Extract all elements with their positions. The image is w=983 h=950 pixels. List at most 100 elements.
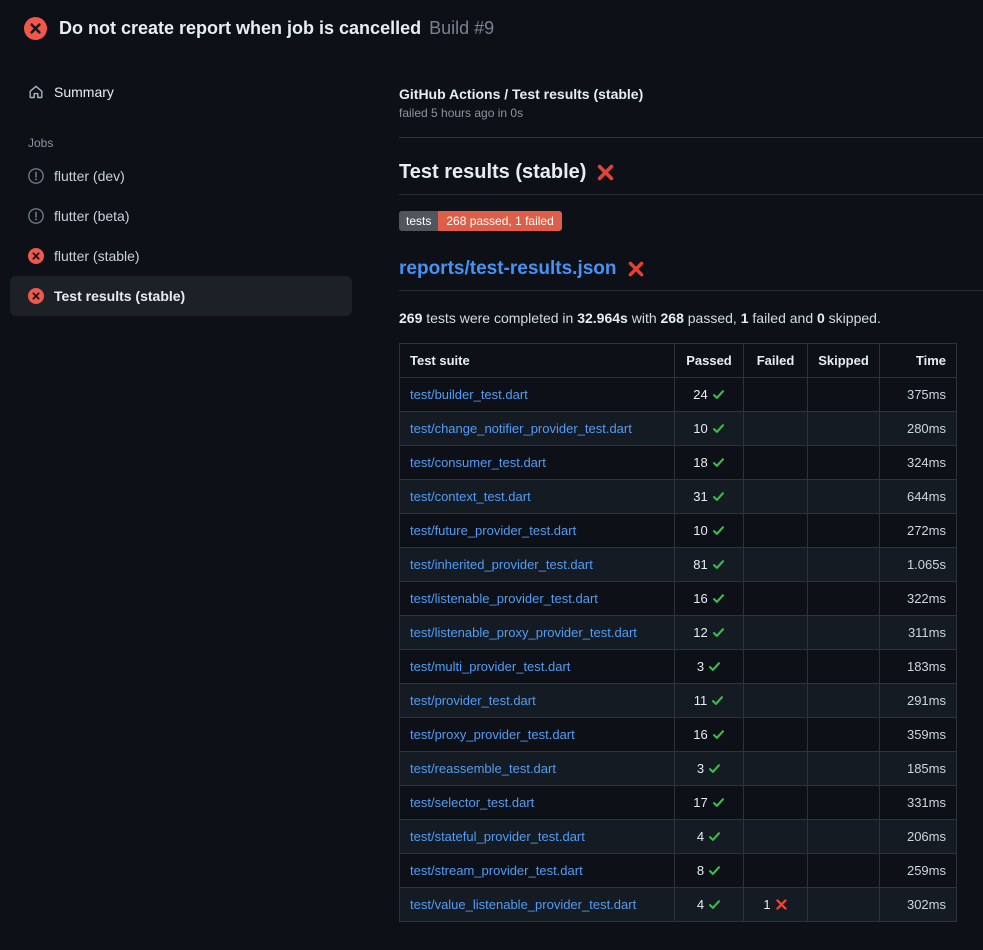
failed-count-cell: [744, 718, 808, 752]
sidebar-item-summary[interactable]: Summary: [10, 76, 352, 108]
column-header-skipped: Skipped: [808, 344, 880, 378]
skipped-count-cell: [808, 616, 880, 650]
passed-count-cell: 18: [675, 446, 744, 480]
test-suite-link[interactable]: test/provider_test.dart: [410, 693, 536, 708]
test-suite-link[interactable]: test/stream_provider_test.dart: [410, 863, 583, 878]
skipped-count-cell: [808, 752, 880, 786]
time-cell: 280ms: [880, 412, 957, 446]
test-suite-link[interactable]: test/context_test.dart: [410, 489, 531, 504]
test-suite-link[interactable]: test/listenable_proxy_provider_test.dart: [410, 625, 637, 640]
table-row: test/provider_test.dart 11 291ms: [400, 684, 957, 718]
passed-count: 10: [693, 523, 707, 538]
test-suite-link[interactable]: test/future_provider_test.dart: [410, 523, 576, 538]
check-icon: [704, 897, 721, 912]
test-suite-link[interactable]: test/consumer_test.dart: [410, 455, 546, 470]
passed-count-cell: 10: [675, 514, 744, 548]
home-icon: [28, 84, 44, 100]
test-suite-link[interactable]: test/value_listenable_provider_test.dart: [410, 897, 636, 912]
failed-count-cell: [744, 514, 808, 548]
time-cell: 206ms: [880, 820, 957, 854]
test-suite-link[interactable]: test/selector_test.dart: [410, 795, 534, 810]
skipped-count-cell: [808, 820, 880, 854]
neutral-status-icon: [28, 208, 44, 224]
table-row: test/reassemble_test.dart 3 185ms: [400, 752, 957, 786]
section-heading: Test results (stable): [399, 161, 983, 195]
passed-count-cell: 3: [675, 752, 744, 786]
passed-count-cell: 10: [675, 412, 744, 446]
summary-fragment: skipped.: [825, 310, 881, 326]
table-row: test/stream_provider_test.dart8 259ms: [400, 854, 957, 888]
time-cell: 324ms: [880, 446, 957, 480]
time-cell: 185ms: [880, 752, 957, 786]
column-header-test-suite: Test suite: [400, 344, 675, 378]
job-results-page: Do not create report when job is cancell…: [0, 0, 983, 950]
test-suite-cell: test/future_provider_test.dart: [400, 514, 675, 548]
time-cell: 322ms: [880, 582, 957, 616]
failed-count-cell: [744, 446, 808, 480]
test-suite-link[interactable]: test/listenable_provider_test.dart: [410, 591, 598, 606]
sidebar-item-test-results-stable[interactable]: Test results (stable): [10, 276, 352, 316]
test-suite-link[interactable]: test/change_notifier_provider_test.dart: [410, 421, 632, 436]
table-row: test/context_test.dart31 644ms: [400, 480, 957, 514]
test-suite-link[interactable]: test/stateful_provider_test.dart: [410, 829, 585, 844]
test-suite-cell: test/consumer_test.dart: [400, 446, 675, 480]
table-row: test/value_listenable_provider_test.dart…: [400, 888, 957, 922]
passed-count-cell: 3: [675, 650, 744, 684]
skipped-count-cell: [808, 854, 880, 888]
test-suite-link[interactable]: test/multi_provider_test.dart: [410, 659, 570, 674]
skipped-count-cell: [808, 684, 880, 718]
passed-count: 10: [693, 421, 707, 436]
test-suite-link[interactable]: test/proxy_provider_test.dart: [410, 727, 575, 742]
check-icon: [708, 591, 725, 606]
check-icon: [704, 761, 721, 776]
passed-count-cell: 17: [675, 786, 744, 820]
test-suite-link[interactable]: test/reassemble_test.dart: [410, 761, 556, 776]
sidebar-summary-label: Summary: [54, 84, 114, 100]
test-suite-cell: test/inherited_provider_test.dart: [400, 548, 675, 582]
failed-count: 1: [763, 897, 770, 912]
test-suite-cell: test/builder_test.dart: [400, 378, 675, 412]
column-header-failed: Failed: [744, 344, 808, 378]
test-suite-cell: test/stream_provider_test.dart: [400, 854, 675, 888]
sidebar-item-flutter-stable[interactable]: flutter (stable): [10, 236, 352, 276]
passed-count-cell: 12: [675, 616, 744, 650]
passed-count-cell: 81: [675, 548, 744, 582]
report-heading: reports/test-results.json: [399, 258, 983, 291]
failed-count-cell: [744, 752, 808, 786]
passed-count: 11: [694, 693, 708, 708]
sidebar-item-flutter-beta[interactable]: flutter (beta): [10, 196, 352, 236]
table-row: test/consumer_test.dart 18 324ms: [400, 446, 957, 480]
job-label: flutter (beta): [54, 208, 129, 224]
summary-fragment: 268: [661, 310, 684, 326]
sidebar: Summary Jobs flutter (dev) flutter (beta…: [0, 56, 380, 316]
table-row: test/future_provider_test.dart10 272ms: [400, 514, 957, 548]
check-icon: [708, 455, 725, 470]
table-header-row: Test suite Passed Failed Skipped Time: [400, 344, 957, 378]
passed-count-cell: 8: [675, 854, 744, 888]
test-suite-cell: test/selector_test.dart: [400, 786, 675, 820]
time-cell: 331ms: [880, 786, 957, 820]
test-suite-link[interactable]: test/inherited_provider_test.dart: [410, 557, 593, 572]
failed-x-icon: [596, 163, 615, 182]
failed-count-cell: [744, 854, 808, 888]
summary-fragment: failed and: [749, 310, 818, 326]
sidebar-item-flutter-dev[interactable]: flutter (dev): [10, 156, 352, 196]
report-file-link[interactable]: reports/test-results.json: [399, 258, 617, 280]
failed-count-cell: [744, 650, 808, 684]
column-header-time: Time: [880, 344, 957, 378]
failed-count-cell: 1: [744, 888, 808, 922]
table-row: test/selector_test.dart 17 331ms: [400, 786, 957, 820]
breadcrumb: GitHub Actions / Test results (stable): [399, 86, 983, 102]
table-row: test/multi_provider_test.dart3 183ms: [400, 650, 957, 684]
test-suite-link[interactable]: test/builder_test.dart: [410, 387, 528, 402]
test-suite-cell: test/provider_test.dart: [400, 684, 675, 718]
time-cell: 291ms: [880, 684, 957, 718]
passed-count: 17: [693, 795, 707, 810]
job-label: flutter (stable): [54, 248, 140, 264]
skipped-count-cell: [808, 378, 880, 412]
failed-count-cell: [744, 378, 808, 412]
skipped-count-cell: [808, 480, 880, 514]
skipped-count-cell: [808, 412, 880, 446]
check-icon: [708, 489, 725, 504]
test-suite-cell: test/change_notifier_provider_test.dart: [400, 412, 675, 446]
